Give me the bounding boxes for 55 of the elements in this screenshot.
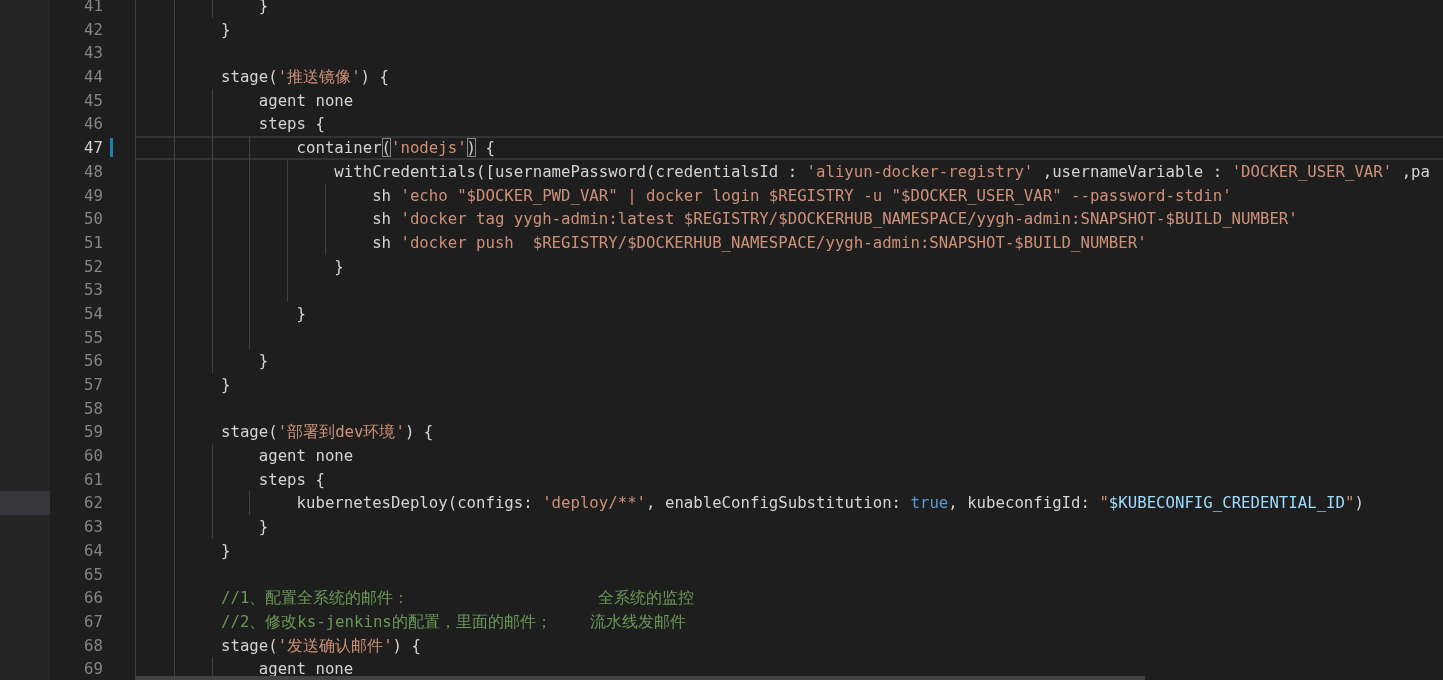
- code-line: stage('部署到dev环境') {: [220, 422, 434, 442]
- line-number: 50: [84, 209, 104, 229]
- code-line: stage('推送镜像') {: [220, 67, 389, 87]
- line-number: 48: [84, 161, 104, 181]
- line-number: 49: [84, 185, 104, 205]
- line-number: 67: [84, 611, 104, 631]
- code-line: steps {: [257, 114, 325, 134]
- line-number: 42: [84, 19, 104, 39]
- line-number: 43: [84, 43, 104, 63]
- code-line: sh 'docker push $REGISTRY/$DOCKERHUB_NAMESPACE/yygh-admin:SNAPSHOT-$BUILD_NUMBER': [371, 232, 1147, 252]
- line-number: 62: [84, 493, 104, 513]
- line-number: 69: [84, 659, 104, 679]
- line-number: 57: [84, 375, 104, 394]
- selected-row-highlight[interactable]: [0, 491, 50, 516]
- line-number: 47: [84, 138, 113, 158]
- code-line: kubernetesDeploy(configs: 'deploy/**', enableConfigSubstitution: true, kubeconfigId: "$KUBECONFIG_CREDENTIAL_ID"): [295, 493, 1364, 513]
- code-line: sh 'docker tag yygh-admin:latest $REGISTRY/$DOCKERHUB_NAMESPACE/yygh-admin:SNAPSHOT-$BUILD_NUMBER': [371, 209, 1298, 229]
- line-number: 60: [84, 446, 104, 466]
- line-number: 45: [84, 90, 104, 110]
- code-line: agent none: [257, 90, 354, 110]
- code-line: sh 'echo "$DOCKER_PWD_VAR" | docker login $REGISTRY -u "$DOCKER_USER_VAR" --password-stdin': [371, 185, 1232, 205]
- line-number: 63: [84, 517, 104, 537]
- line-number: 66: [84, 588, 104, 608]
- code-line: }: [220, 375, 231, 394]
- code-line: container('nodejs') {: [295, 138, 495, 158]
- line-number: 59: [84, 422, 104, 442]
- code-line: agent none: [257, 659, 354, 679]
- line-number: 46: [84, 114, 104, 134]
- code-line: }: [257, 517, 269, 537]
- line-number: 58: [84, 398, 104, 418]
- line-number: 54: [84, 303, 104, 323]
- code-line: }: [220, 540, 231, 560]
- code-line: steps {: [257, 469, 325, 489]
- line-number: 44: [84, 67, 104, 87]
- line-number: 61: [84, 469, 104, 489]
- line-number: 53: [84, 280, 104, 300]
- code-line: }: [257, 0, 269, 15]
- line-number: 51: [84, 232, 104, 252]
- code-line: //2、修改ks-jenkins的配置，里面的邮件； 流水线发邮件: [220, 611, 686, 631]
- code-line: }: [295, 303, 306, 323]
- code-line: withCredentials([usernamePassword(credentialsId : 'aliyun-docker-registry' ,usernameVariable : 'DOCKER_USER_VAR' ,pa: [333, 161, 1430, 181]
- code-line: stage('发送确认邮件') {: [220, 635, 421, 655]
- code-line: //1、配置全系统的邮件： 全系统的监控: [220, 588, 695, 608]
- code-line: }: [220, 19, 231, 39]
- code-line: agent none: [257, 446, 354, 466]
- line-number: 64: [84, 540, 104, 560]
- line-number: 68: [84, 635, 104, 655]
- code-line: }: [333, 256, 344, 276]
- scrollbar-thumb[interactable]: [136, 676, 1145, 680]
- line-number: 65: [84, 564, 104, 584]
- code-line: }: [257, 351, 269, 371]
- line-number: 41: [84, 0, 104, 15]
- line-number: 56: [84, 351, 104, 371]
- line-number: 52: [84, 256, 104, 276]
- line-number: 55: [84, 327, 104, 347]
